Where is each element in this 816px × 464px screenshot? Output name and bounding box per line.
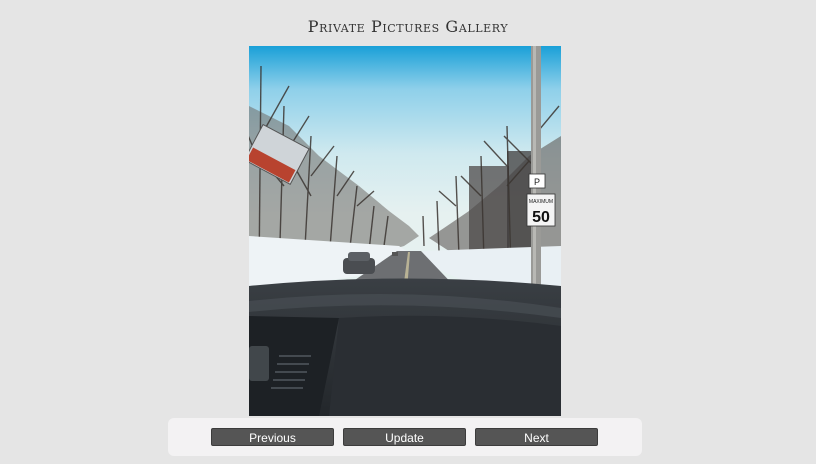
previous-button[interactable]: Previous [211,428,334,446]
next-button[interactable]: Next [475,428,598,446]
update-button[interactable]: Update [343,428,466,446]
gallery-controls: Previous Update Next [168,418,642,456]
gallery-photo: P MAXIMUM 50 [249,46,561,416]
photo-winter-road: P MAXIMUM 50 [249,46,561,416]
sign-value-text: 50 [532,209,550,226]
sign-label-text: MAXIMUM [529,199,553,205]
sign-top-text: P [534,177,540,187]
gallery-title: Private Pictures Gallery [307,17,509,36]
gallery-page: Private Pictures Gallery P MAXIMUM 50 Pr… [0,0,816,464]
